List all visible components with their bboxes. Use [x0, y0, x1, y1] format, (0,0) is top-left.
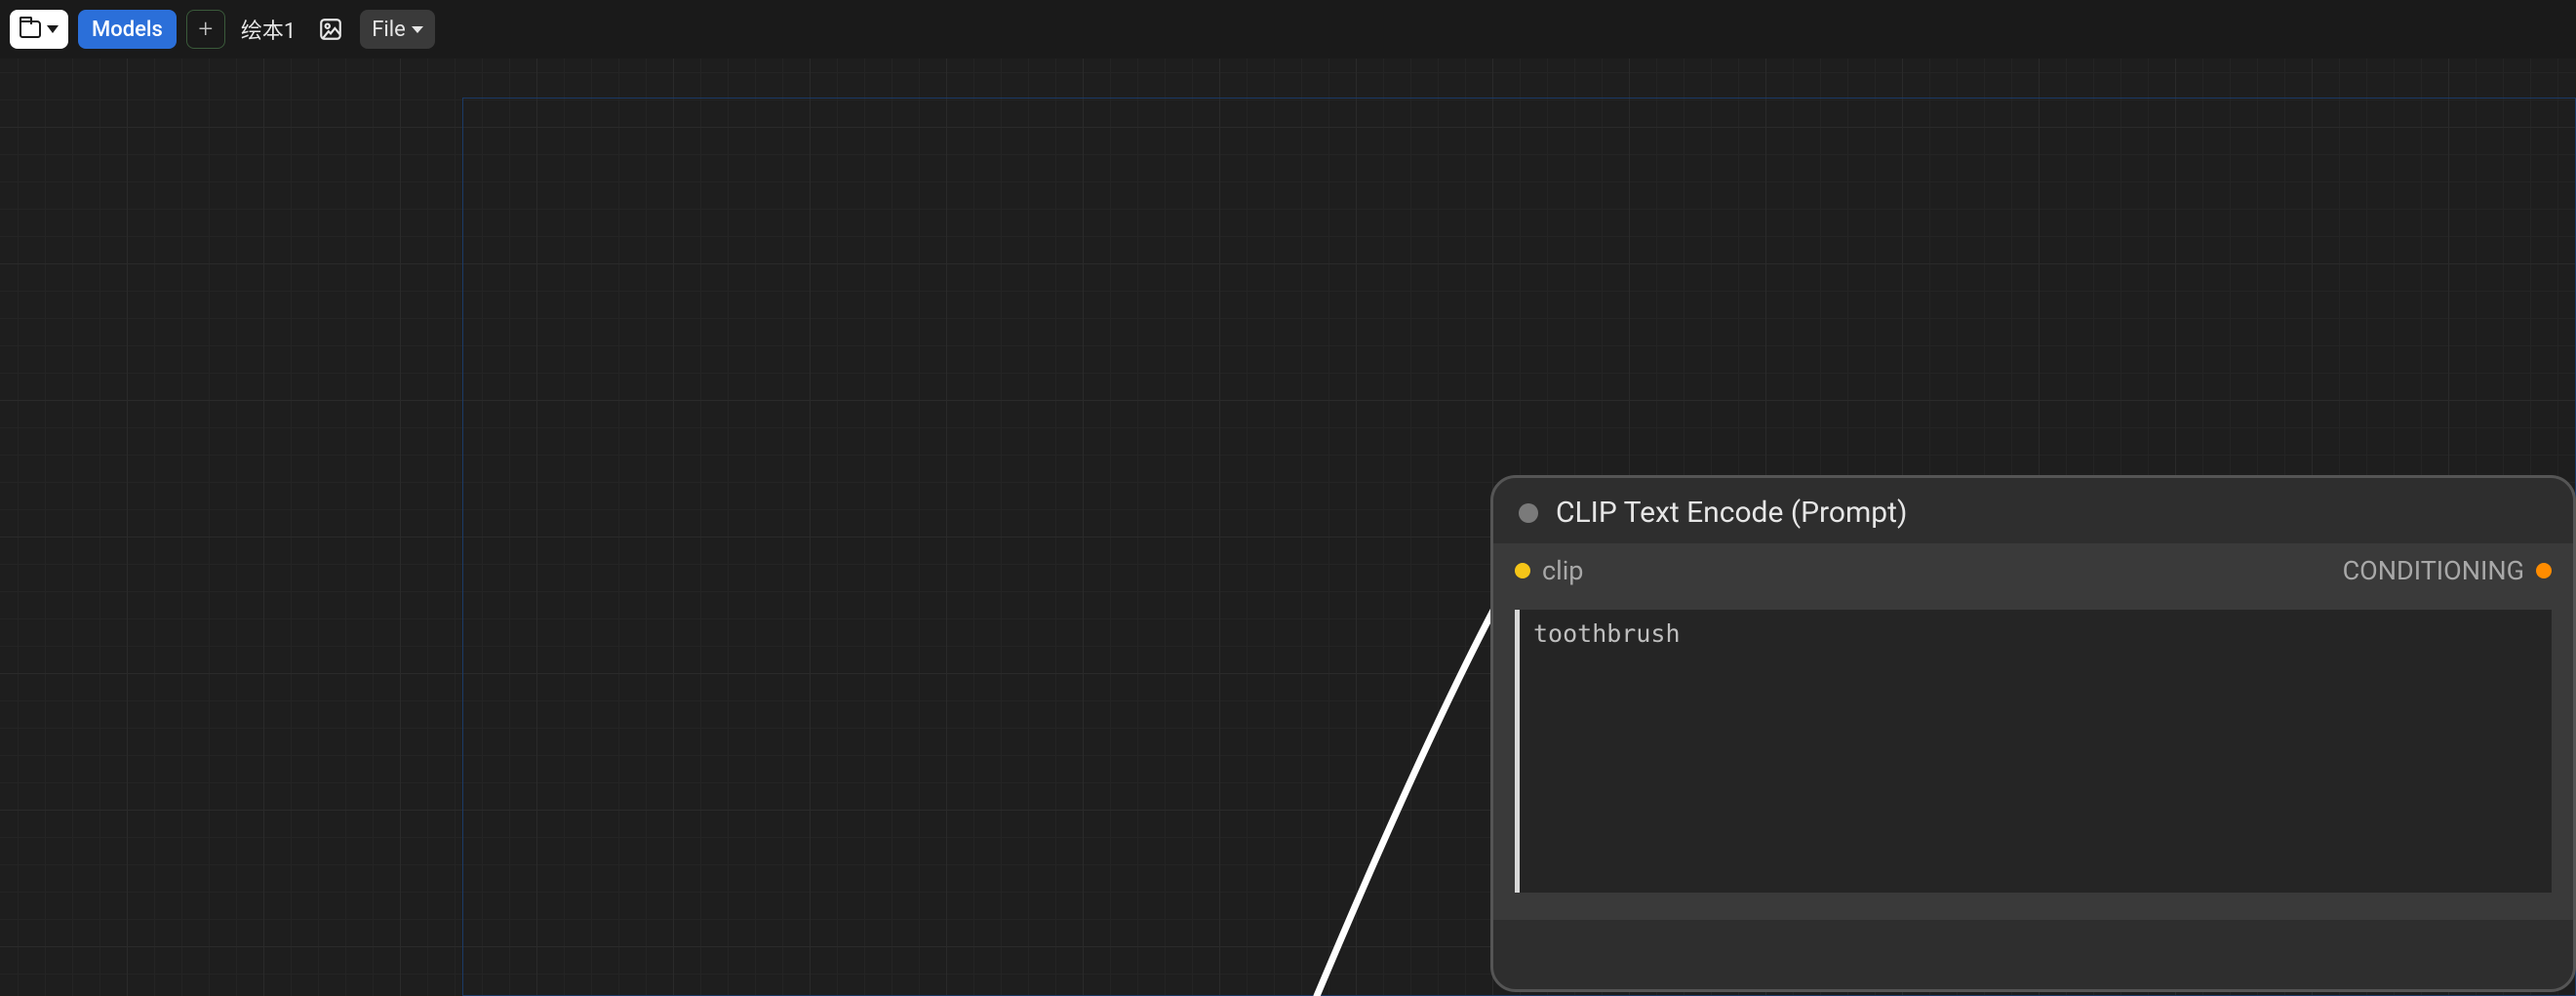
- port-dot-icon: [2536, 563, 2552, 578]
- folder-icon: [20, 20, 41, 38]
- chevron-down-icon: [412, 26, 423, 33]
- models-label: Models: [92, 18, 163, 42]
- port-label: CONDITIONING: [2343, 555, 2524, 586]
- node-input-clip[interactable]: clip: [1515, 555, 1583, 586]
- image-button[interactable]: [311, 10, 350, 49]
- port-dot-icon: [1515, 563, 1530, 578]
- folder-menu-button[interactable]: [10, 10, 68, 49]
- node-collapse-dot-icon[interactable]: [1519, 503, 1538, 523]
- node-header[interactable]: CLIP Text Encode (Prompt): [1493, 478, 2573, 543]
- clip-text-encode-node[interactable]: CLIP Text Encode (Prompt) clip CONDITION…: [1490, 475, 2576, 992]
- toolbar: Models + 绘本1 File: [0, 0, 2576, 59]
- file-menu-button[interactable]: File: [360, 10, 435, 49]
- workflow-tab-label: 绘本1: [241, 14, 296, 45]
- file-label: File: [372, 18, 406, 42]
- prompt-textarea[interactable]: [1515, 610, 2552, 893]
- port-label: clip: [1542, 555, 1583, 586]
- image-icon: [318, 17, 343, 42]
- add-button[interactable]: +: [186, 10, 225, 49]
- models-button[interactable]: Models: [78, 10, 177, 49]
- workflow-tab[interactable]: 绘本1: [235, 10, 301, 49]
- chevron-down-icon: [47, 25, 59, 33]
- node-output-conditioning[interactable]: CONDITIONING: [2343, 555, 2552, 586]
- node-title: CLIP Text Encode (Prompt): [1556, 496, 1907, 530]
